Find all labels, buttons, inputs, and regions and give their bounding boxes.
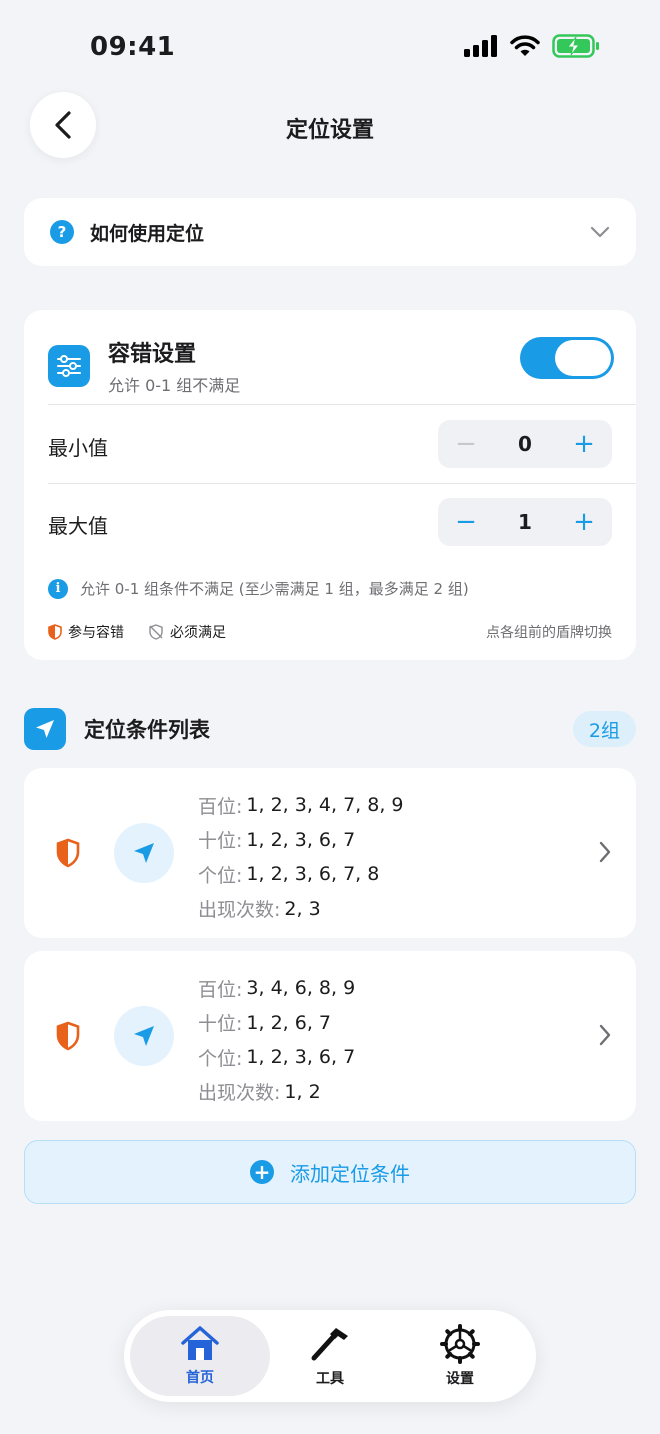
count-row: 出现次数: 2, 3 [198, 897, 321, 922]
info-icon: i [48, 578, 68, 599]
hammer-icon [311, 1328, 348, 1361]
max-value-label: 最大值 [48, 514, 108, 538]
question-icon: ? [50, 220, 74, 244]
condition-card[interactable]: 百位: 3, 4, 6, 8, 9 十位: 1, 2, 6, 7 个位: 1, … [24, 951, 636, 1121]
max-value: 1 [518, 510, 532, 534]
legend-hint: 点各组前的盾牌切换 [486, 625, 612, 641]
tolerance-subtitle: 允许 0-1 组不满足 [108, 376, 241, 395]
sliders-icon [48, 345, 90, 387]
chevron-right-icon [599, 841, 611, 863]
how-to-use-accordion[interactable]: ? 如何使用定位 [24, 198, 636, 266]
min-value-stepper: − 0 + [438, 420, 612, 468]
min-value: 0 [518, 432, 532, 456]
tab-home[interactable]: 首页 [130, 1316, 270, 1396]
legend-participate: 参与容错 [48, 622, 124, 642]
tab-tools[interactable]: 工具 [260, 1316, 400, 1396]
status-bar: 09:41 [0, 0, 660, 96]
condition-list-header: 定位条件列表 2组 [24, 708, 636, 750]
tolerance-title: 容错设置 [108, 342, 197, 367]
plus-circle-icon: + [250, 1160, 274, 1184]
tab-settings[interactable]: 设置 [390, 1316, 530, 1396]
gear-icon [440, 1324, 480, 1364]
cellular-signal-icon [464, 35, 497, 57]
tolerance-info: i 允许 0-1 组条件不满足 (至少需满足 1 组，最多满足 2 组) [48, 578, 469, 599]
condition-list-title: 定位条件列表 [84, 718, 210, 742]
max-increment-button[interactable]: + [572, 509, 596, 535]
navigation-arrow-icon [114, 1006, 174, 1066]
tolerance-info-text: 允许 0-1 组条件不满足 (至少需满足 1 组，最多满足 2 组) [80, 580, 469, 598]
status-icons [464, 34, 600, 58]
tolerance-legend: 参与容错 必须满足 点各组前的盾牌切换 [48, 622, 612, 642]
toggle-knob [555, 340, 611, 376]
chevron-down-icon [590, 226, 610, 238]
min-increment-button[interactable]: + [572, 431, 596, 457]
chevron-right-icon [599, 1024, 611, 1046]
tens-row: 十位: 1, 2, 3, 6, 7 [198, 828, 356, 853]
divider [48, 483, 636, 484]
shield-half-icon [48, 624, 62, 640]
divider [48, 404, 636, 405]
max-decrement-button[interactable]: − [454, 509, 478, 535]
condition-card[interactable]: 百位: 1, 2, 3, 4, 7, 8, 9 十位: 1, 2, 3, 6, … [24, 768, 636, 938]
how-to-use-label: 如何使用定位 [90, 222, 205, 245]
add-condition-label: 添加定位条件 [290, 1161, 410, 1186]
hundreds-row: 百位: 1, 2, 3, 4, 7, 8, 9 [198, 794, 404, 818]
ones-row: 个位: 1, 2, 3, 6, 7 [198, 1046, 356, 1070]
tab-settings-label: 设置 [446, 1371, 474, 1387]
tab-bar: 首页 工具 设置 [124, 1310, 536, 1402]
page-title: 定位设置 [285, 118, 374, 143]
tolerance-toggle[interactable] [520, 337, 614, 379]
min-value-label: 最小值 [48, 436, 108, 460]
battery-charging-icon [552, 34, 599, 58]
home-icon [181, 1326, 219, 1360]
nav-bar: 定位设置 [0, 92, 660, 162]
wifi-icon [510, 35, 540, 56]
ones-row: 个位: 1, 2, 3, 6, 7, 8 [198, 863, 380, 887]
count-row: 出现次数: 1, 2 [198, 1080, 321, 1105]
shield-half-icon[interactable] [56, 838, 80, 868]
navigation-arrow-icon [114, 823, 174, 883]
hundreds-row: 百位: 3, 4, 6, 8, 9 [198, 977, 356, 1001]
tolerance-header: 容错设置 允许 0-1 组不满足 [48, 336, 240, 396]
tolerance-settings-card: 容错设置 允许 0-1 组不满足 最小值 − 0 + 最大值 − 1 + i 允… [24, 310, 636, 660]
navigation-arrow-icon [24, 708, 66, 750]
condition-count-badge: 2组 [572, 711, 636, 747]
max-value-stepper: − 1 + [438, 498, 612, 546]
shield-half-icon[interactable] [56, 1021, 80, 1051]
min-decrement-button[interactable]: − [454, 431, 478, 457]
legend-required: 必须满足 [148, 622, 226, 642]
tab-tools-label: 工具 [316, 1371, 344, 1387]
status-time: 09:41 [90, 32, 176, 62]
add-condition-button[interactable]: + 添加定位条件 [24, 1140, 636, 1204]
tens-row: 十位: 1, 2, 6, 7 [198, 1011, 331, 1036]
shield-off-icon [149, 624, 163, 640]
tab-home-label: 首页 [186, 1370, 214, 1386]
